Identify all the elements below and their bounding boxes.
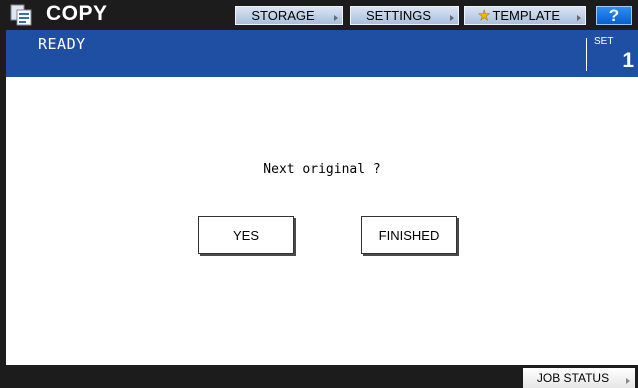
dialog-prompt: Next original ? (263, 162, 381, 177)
template-button-label: TEMPLATE (492, 8, 561, 23)
main-panel: Next original ? YES FINISHED (6, 77, 638, 365)
job-status-label: JOB STATUS (536, 371, 610, 385)
copy-icon (10, 4, 32, 26)
arrow-right-icon (626, 378, 630, 384)
yes-button[interactable]: YES (198, 216, 294, 254)
job-status-button[interactable]: JOB STATUS (523, 368, 635, 388)
set-divider (586, 38, 587, 71)
app-title: COPY (46, 2, 108, 25)
arrow-right-icon (334, 15, 338, 21)
settings-button-label: SETTINGS (365, 8, 431, 23)
finished-button[interactable]: FINISHED (361, 216, 457, 254)
settings-button[interactable]: SETTINGS (350, 6, 459, 25)
storage-button-label: STORAGE (251, 8, 315, 23)
storage-button[interactable]: STORAGE (235, 6, 343, 25)
status-bar: READY SET 1 (6, 30, 638, 77)
top-bar: COPY STORAGE SETTINGS ★ TEMPLATE ? (0, 0, 638, 30)
set-count: 1 (622, 49, 634, 72)
help-button[interactable]: ? (596, 6, 632, 25)
star-icon: ★ (477, 7, 491, 24)
set-label: SET (594, 36, 614, 47)
template-button[interactable]: ★ TEMPLATE (464, 6, 586, 25)
arrow-right-icon (577, 15, 581, 21)
status-message: READY (38, 35, 86, 53)
arrow-right-icon (450, 15, 454, 21)
bottom-bar: JOB STATUS (0, 365, 638, 388)
